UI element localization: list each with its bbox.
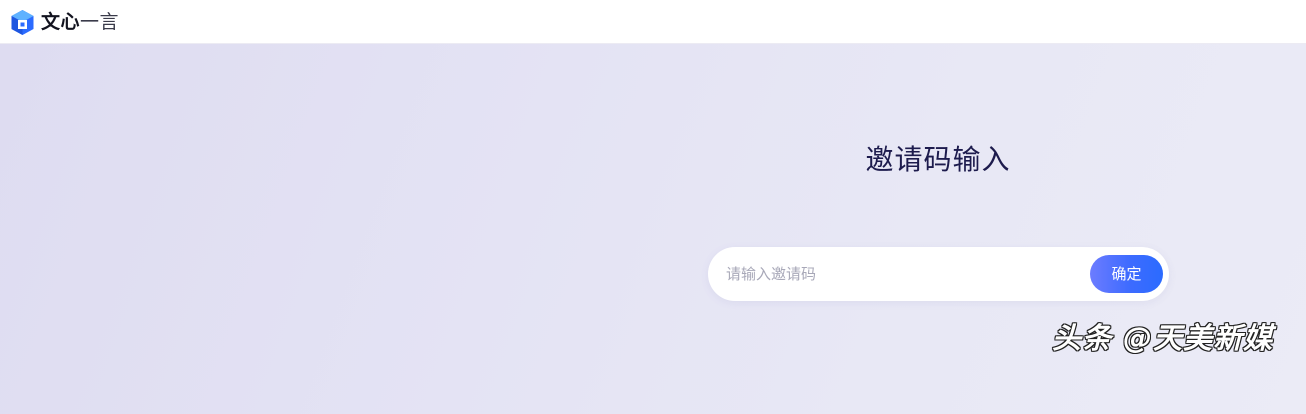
brand-name-strong: 文心 [41, 11, 81, 33]
confirm-button[interactable]: 确定 [1090, 255, 1163, 293]
brand[interactable]: 文心一言 [10, 8, 119, 36]
wenxin-cube-logo-icon [11, 9, 34, 35]
watermark-text: 头条 @天美新媒 [1052, 321, 1274, 355]
invite-code-input[interactable] [726, 256, 1066, 292]
invite-code-form: 确定 [708, 247, 1169, 301]
brand-name-light: 一言 [80, 11, 120, 33]
page-title: 邀请码输入 [865, 143, 1011, 176]
hero-section [0, 44, 1306, 414]
brand-name: 文心一言 [41, 8, 119, 36]
page: 文心一言 邀请码输入 确定 头条 @天美新媒 [0, 0, 1306, 414]
top-bar: 文心一言 [0, 0, 1306, 44]
